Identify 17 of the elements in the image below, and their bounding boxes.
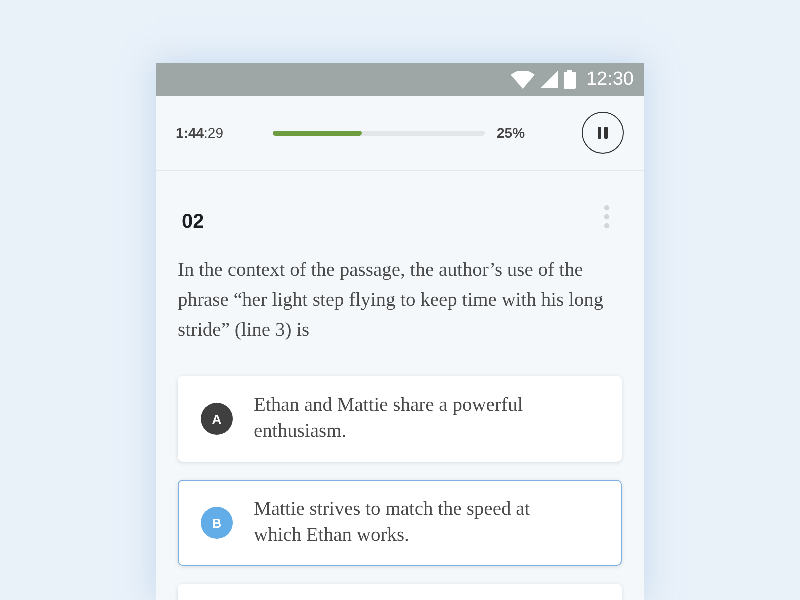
question-text: In the context of the passage, the author’s use of the phrase “her light step flying to keep time with his long stride” (line 3) is: [178, 259, 605, 343]
answer-option[interactable]: A Ethan and Mattie share a powerful enthusiasm.: [178, 376, 622, 462]
timer: 1:44:29: [176, 125, 224, 141]
wifi-icon: [511, 70, 536, 88]
pause-button[interactable]: [582, 112, 624, 154]
pause-icon: [598, 127, 608, 139]
question-number: 02: [182, 211, 204, 234]
status-time: 12:30: [586, 68, 634, 90]
more-icon[interactable]: [604, 205, 610, 229]
option-letter: B: [201, 507, 233, 539]
option-text: Ethan and Mattie share a powerful enthusiasm.: [254, 394, 524, 444]
battery-icon: [564, 70, 576, 89]
option-letter: A: [201, 403, 233, 435]
progress-percent: 25%: [497, 125, 526, 141]
answer-option[interactable]: B Mattie strives to match the speed at which Ethan works.: [178, 480, 622, 566]
signal-icon: [541, 71, 558, 88]
option-text: Mattie strives to match the speed at which Ethan works.: [254, 498, 532, 548]
